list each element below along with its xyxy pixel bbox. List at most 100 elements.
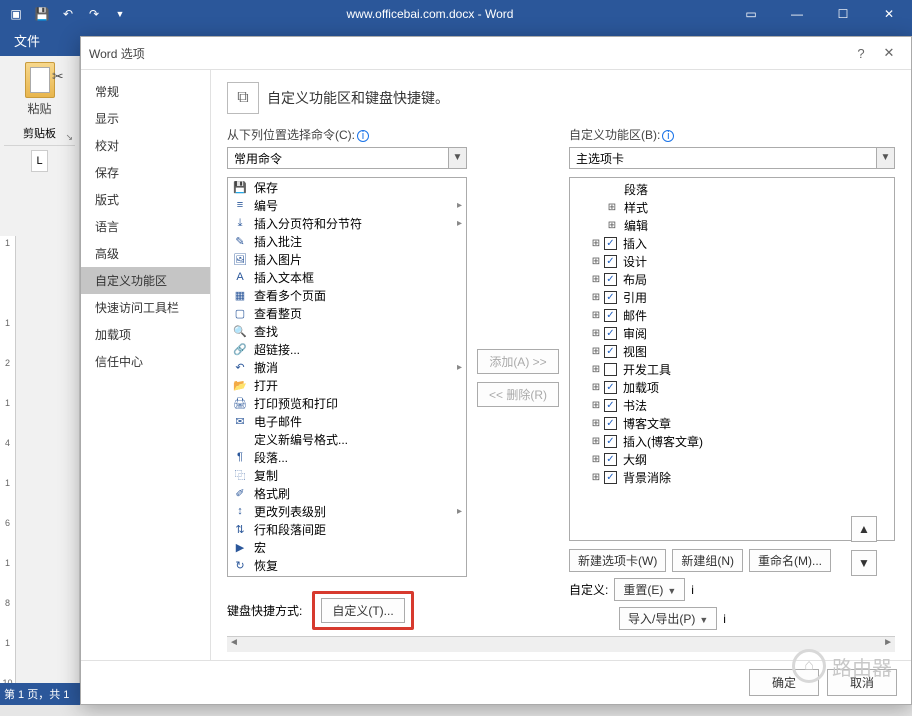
sidebar-item[interactable]: 快速访问工具栏 (81, 294, 210, 321)
command-item[interactable]: ↕更改列表级别▸ (228, 502, 466, 520)
save-icon[interactable]: 💾 (30, 2, 54, 26)
command-item[interactable]: 📂打开 (228, 376, 466, 394)
tree-node[interactable]: ⊞开发工具 (574, 360, 890, 378)
sidebar-item[interactable]: 自定义功能区 (81, 267, 210, 294)
expand-icon[interactable]: ⊞ (590, 454, 602, 465)
ribbon-tree[interactable]: 段落⊞样式⊞编辑⊞✓插入⊞✓设计⊞✓布局⊞✓引用⊞✓邮件⊞✓审阅⊞✓视图⊞开发工… (569, 177, 895, 541)
expand-icon[interactable]: ⊞ (590, 310, 602, 321)
expand-icon[interactable]: ⊞ (590, 472, 602, 483)
command-item[interactable]: ✐格式刷 (228, 484, 466, 502)
checkbox[interactable]: ✓ (604, 291, 617, 304)
tree-node[interactable]: ⊞✓视图 (574, 342, 890, 360)
command-item[interactable]: ✎插入批注 (228, 232, 466, 250)
sidebar-item[interactable]: 保存 (81, 159, 210, 186)
tree-node[interactable]: ⊞✓背景消除 (574, 468, 890, 486)
tree-node[interactable]: ⊞✓加载项 (574, 378, 890, 396)
command-item[interactable]: ↻恢复 (228, 556, 466, 574)
undo-icon[interactable]: ↶ (56, 2, 80, 26)
import-export-button[interactable]: 导入/导出(P)▼ (619, 607, 717, 630)
tree-node[interactable]: ⊞✓审阅 (574, 324, 890, 342)
horizontal-scrollbar[interactable] (227, 636, 895, 652)
tree-node[interactable]: ⊞✓插入 (574, 234, 890, 252)
move-up-button[interactable]: ▲ (851, 516, 877, 542)
tree-node[interactable]: ⊞✓设计 (574, 252, 890, 270)
sidebar-item[interactable]: 信任中心 (81, 348, 210, 375)
commands-list[interactable]: 💾保存≡编号▸⤓插入分页符和分节符▸✎插入批注🖼插入图片A插入文本框▦查看多个页… (227, 177, 467, 577)
command-item[interactable]: ⤓插入分页符和分节符▸ (228, 214, 466, 232)
sidebar-item[interactable]: 高级 (81, 240, 210, 267)
cancel-button[interactable]: 取消 (827, 669, 897, 696)
minimize-icon[interactable]: — (774, 0, 820, 28)
help-icon[interactable]: i (357, 130, 369, 142)
reset-button[interactable]: 重置(E)▼ (614, 578, 685, 601)
maximize-icon[interactable]: ☐ (820, 0, 866, 28)
command-item[interactable]: 🔗超链接... (228, 340, 466, 358)
expand-icon[interactable]: ⊞ (606, 220, 618, 231)
checkbox[interactable]: ✓ (604, 381, 617, 394)
help-icon[interactable]: i (662, 130, 674, 142)
tree-node[interactable]: ⊞✓书法 (574, 396, 890, 414)
command-item[interactable]: ⿻复制 (228, 466, 466, 484)
expand-icon[interactable]: ⊞ (590, 400, 602, 411)
redo-icon[interactable]: ↷ (82, 2, 106, 26)
tree-node[interactable]: ⊞✓引用 (574, 288, 890, 306)
checkbox[interactable]: ✓ (604, 453, 617, 466)
checkbox[interactable]: ✓ (604, 435, 617, 448)
expand-icon[interactable]: ⊞ (590, 382, 602, 393)
expand-icon[interactable]: ⊞ (590, 418, 602, 429)
sidebar-item[interactable]: 校对 (81, 132, 210, 159)
checkbox[interactable]: ✓ (604, 309, 617, 322)
command-item[interactable]: ▦查看多个页面 (228, 286, 466, 304)
checkbox[interactable]: ✓ (604, 327, 617, 340)
dialog-help-icon[interactable]: ? (847, 39, 875, 67)
checkbox[interactable] (604, 363, 617, 376)
word-app-icon[interactable]: ▣ (4, 2, 28, 26)
paste-icon[interactable] (25, 62, 55, 98)
expand-icon[interactable]: ⊞ (590, 346, 602, 357)
sidebar-item[interactable]: 加载项 (81, 321, 210, 348)
ok-button[interactable]: 确定 (749, 669, 819, 696)
expand-icon[interactable]: ⊞ (590, 436, 602, 447)
checkbox[interactable]: ✓ (604, 255, 617, 268)
checkbox[interactable]: ✓ (604, 273, 617, 286)
command-item[interactable]: 定义新编号格式... (228, 430, 466, 448)
checkbox[interactable]: ✓ (604, 471, 617, 484)
checkbox[interactable]: ✓ (604, 399, 617, 412)
help-icon[interactable]: i (723, 612, 726, 626)
tree-node[interactable]: ⊞✓博客文章 (574, 414, 890, 432)
help-icon[interactable]: i (691, 583, 694, 597)
new-tab-button[interactable]: 新建选项卡(W) (569, 549, 666, 572)
command-item[interactable]: ¶段落... (228, 448, 466, 466)
expand-icon[interactable]: ⊞ (590, 364, 602, 375)
command-item[interactable]: ✉电子邮件 (228, 412, 466, 430)
command-item[interactable]: 🖨打印预览和打印 (228, 394, 466, 412)
checkbox[interactable]: ✓ (604, 237, 617, 250)
tree-node[interactable]: ⊞✓邮件 (574, 306, 890, 324)
command-item[interactable]: ⇅行和段落间距 (228, 520, 466, 538)
command-item[interactable]: 🖼插入图片 (228, 250, 466, 268)
command-item[interactable]: ▢查看整页 (228, 304, 466, 322)
tree-node[interactable]: ⊞样式 (574, 198, 890, 216)
choose-commands-combo[interactable]: 常用命令 ▼ (227, 147, 467, 169)
close-icon[interactable]: ✕ (866, 0, 912, 28)
expand-icon[interactable]: ⊞ (590, 292, 602, 303)
command-item[interactable]: 🔍查找 (228, 322, 466, 340)
tree-node[interactable]: 段落 (574, 180, 890, 198)
command-item[interactable]: ≡编号▸ (228, 196, 466, 214)
new-group-button[interactable]: 新建组(N) (672, 549, 743, 572)
expand-icon[interactable]: ⊞ (606, 202, 618, 213)
sidebar-item[interactable]: 常规 (81, 78, 210, 105)
tree-node[interactable]: ⊞编辑 (574, 216, 890, 234)
remove-button[interactable]: << 删除(R) (477, 382, 559, 407)
expand-icon[interactable]: ⊞ (590, 274, 602, 285)
style-marker[interactable]: L (31, 150, 47, 172)
move-down-button[interactable]: ▼ (851, 550, 877, 576)
sidebar-item[interactable]: 显示 (81, 105, 210, 132)
command-item[interactable]: 💾保存 (228, 178, 466, 196)
sidebar-item[interactable]: 版式 (81, 186, 210, 213)
command-item[interactable]: ↶撤消▸ (228, 358, 466, 376)
cut-icon[interactable]: ✂ (52, 68, 64, 85)
add-button[interactable]: 添加(A) >> (477, 349, 559, 374)
dialog-close-icon[interactable]: ✕ (875, 39, 903, 67)
group-expand-icon[interactable]: ↘ (65, 132, 73, 143)
